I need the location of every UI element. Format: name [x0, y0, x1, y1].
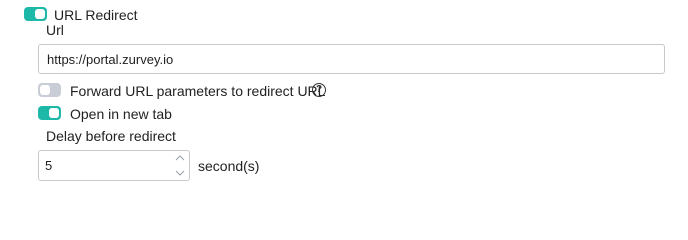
chevron-down-icon — [175, 170, 185, 176]
forward-params-toggle[interactable] — [38, 83, 61, 97]
open-new-tab-label: Open in new tab — [70, 106, 172, 122]
question-circle-icon[interactable]: ? — [312, 83, 326, 97]
open-new-tab-toggle[interactable] — [38, 106, 61, 120]
url-redirect-label: URL Redirect — [54, 7, 138, 23]
delay-unit-label: second(s) — [198, 158, 260, 174]
toggle-knob — [49, 108, 59, 118]
url-redirect-toggle[interactable] — [24, 7, 47, 21]
toggle-knob — [35, 9, 45, 19]
delay-input[interactable] — [39, 151, 169, 180]
delay-label: Delay before redirect — [46, 128, 176, 144]
chevron-up-icon — [175, 155, 185, 161]
toggle-knob — [40, 85, 50, 95]
url-input[interactable] — [38, 44, 665, 74]
delay-stepper[interactable] — [38, 150, 190, 181]
stepper-down-button[interactable] — [171, 166, 189, 180]
url-field-label: Url — [46, 22, 64, 38]
forward-params-label: Forward URL parameters to redirect URL — [70, 83, 326, 99]
stepper-up-button[interactable] — [171, 151, 189, 165]
